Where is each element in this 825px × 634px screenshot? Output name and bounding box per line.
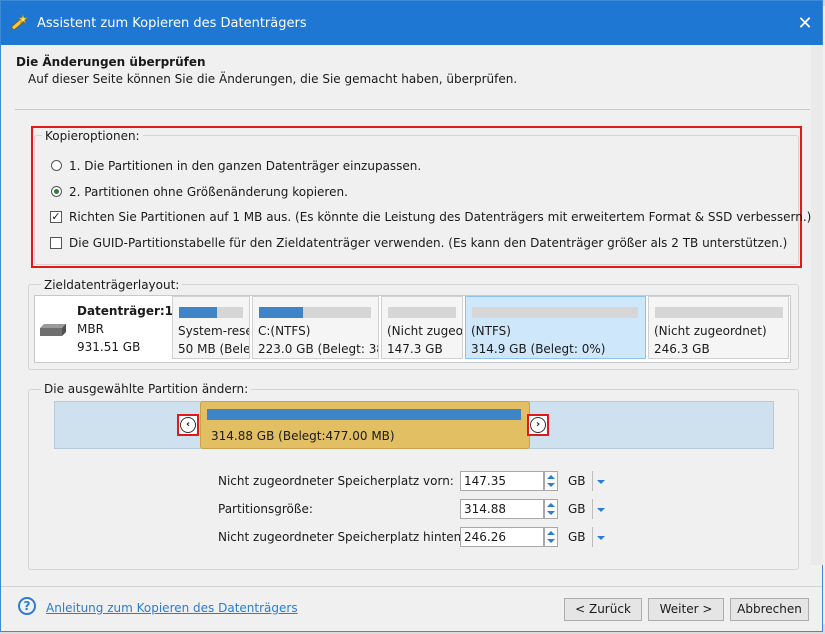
back-space-input[interactable]: 246.26 — [460, 527, 544, 547]
disk-type: MBR — [77, 322, 104, 336]
move-left-button[interactable]: ‹ — [177, 414, 199, 436]
radio-copy-without-resize-label[interactable]: 2. Partitionen ohne Größenänderung kopie… — [69, 185, 348, 199]
partition-unallocated-back[interactable]: (Nicht zugeordnet) 246.3 GB — [648, 296, 789, 359]
field-label-back-space: Nicht zugeordneter Speicherplatz hinten: — [218, 530, 466, 544]
partition-size: 314.9 GB (Belegt: 0%) — [471, 342, 606, 356]
partition-label: System-rese — [178, 324, 250, 338]
partition-size-input[interactable]: 314.88 — [460, 499, 544, 519]
checkbox-guid-table[interactable] — [50, 237, 62, 249]
partition-size: 50 MB (Bele — [178, 342, 250, 356]
partition-ntfs-selected[interactable]: (NTFS) 314.9 GB (Belegt: 0%) — [465, 296, 646, 359]
checkbox-align-1mb-label[interactable]: Richten Sie Partitionen auf 1 MB aus. (E… — [69, 210, 811, 224]
footer-divider — [1, 586, 822, 587]
partition-size-stepper[interactable] — [544, 499, 558, 519]
header-divider — [15, 109, 810, 110]
radio-fit-partitions[interactable] — [51, 160, 62, 171]
field-label-partition-size: Partitionsgröße: — [218, 502, 313, 516]
chevron-down-icon[interactable] — [597, 536, 605, 540]
copy-disk-wizard-window: Assistent zum Kopieren des Datenträgers … — [0, 0, 823, 632]
target-layout-legend: Zieldatenträgerlayout: — [41, 278, 183, 292]
page-subtitle: Auf dieser Seite können Sie die Änderung… — [28, 72, 518, 86]
back-button[interactable]: < Zurück — [564, 598, 642, 621]
field-label-front-space: Nicht zugeordneter Speicherplatz vorn: — [218, 474, 454, 488]
chevron-down-icon[interactable] — [597, 508, 605, 512]
unit-divider — [592, 499, 593, 519]
move-right-button[interactable]: › — [527, 414, 549, 436]
chevron-down-icon[interactable] — [597, 480, 605, 484]
partition-size-unit[interactable]: GB — [568, 502, 586, 516]
partition-label: (Nicht zugeo — [387, 324, 463, 338]
partition-label: (NTFS) — [471, 324, 511, 338]
partition-system-reserved[interactable]: System-rese 50 MB (Bele — [172, 296, 250, 359]
cancel-button[interactable]: Abbrechen — [730, 598, 809, 621]
scrollbar[interactable] — [811, 45, 823, 565]
close-icon[interactable]: ✕ — [793, 13, 817, 35]
unit-divider — [592, 527, 593, 547]
partition-resize-bar — [207, 409, 521, 420]
partition-resize-label: 314.88 GB (Belegt:477.00 MB) — [211, 429, 395, 443]
partition-size: 147.3 GB — [387, 342, 443, 356]
wizard-wand-icon — [11, 14, 28, 31]
partition-label: (Nicht zugeordnet) — [654, 324, 767, 338]
back-space-unit[interactable]: GB — [568, 530, 586, 544]
radio-fit-partitions-label[interactable]: 1. Die Partitionen in den ganzen Datentr… — [69, 159, 421, 173]
radio-copy-without-resize[interactable] — [51, 186, 62, 197]
partition-size: 246.3 GB — [654, 342, 710, 356]
back-space-stepper[interactable] — [544, 527, 558, 547]
copy-options-legend: Kopieroptionen: — [42, 129, 143, 143]
chevron-left-icon: ‹ — [180, 417, 196, 433]
chevron-right-icon: › — [530, 417, 546, 433]
edit-partition-legend: Die ausgewählte Partition ändern: — [41, 382, 252, 396]
disk-name: Datenträger:1 — [77, 304, 174, 318]
checkbox-guid-table-label[interactable]: Die GUID-Partitionstabelle für den Zield… — [69, 236, 787, 250]
unit-divider — [592, 471, 593, 491]
help-link[interactable]: Anleitung zum Kopieren des Datenträgers — [46, 601, 298, 615]
front-space-input[interactable]: 147.35 — [460, 471, 544, 491]
partition-usage-bar — [179, 307, 217, 318]
partition-label: C:(NTFS) — [258, 324, 311, 338]
hard-disk-icon — [40, 324, 66, 336]
title-bar: Assistent zum Kopieren des Datenträgers … — [1, 1, 822, 45]
checkbox-align-1mb[interactable]: ✓ — [50, 211, 62, 223]
window-title: Assistent zum Kopieren des Datenträgers — [37, 16, 307, 31]
disk-size: 931.51 GB — [77, 340, 141, 354]
next-button[interactable]: Weiter > — [648, 598, 724, 621]
disk-info[interactable]: Datenträger:1 MBR 931.51 GB — [34, 295, 174, 361]
front-space-stepper[interactable] — [544, 471, 558, 491]
front-space-unit[interactable]: GB — [568, 474, 586, 488]
page-title: Die Änderungen überprüfen — [16, 55, 206, 69]
partition-usage-bar — [259, 307, 303, 318]
help-icon[interactable]: ? — [18, 597, 36, 615]
partition-unallocated-front[interactable]: (Nicht zugeo 147.3 GB — [381, 296, 463, 359]
partition-size: 223.0 GB (Belegt: 38' — [258, 342, 379, 356]
partition-c-ntfs[interactable]: C:(NTFS) 223.0 GB (Belegt: 38' — [252, 296, 379, 359]
